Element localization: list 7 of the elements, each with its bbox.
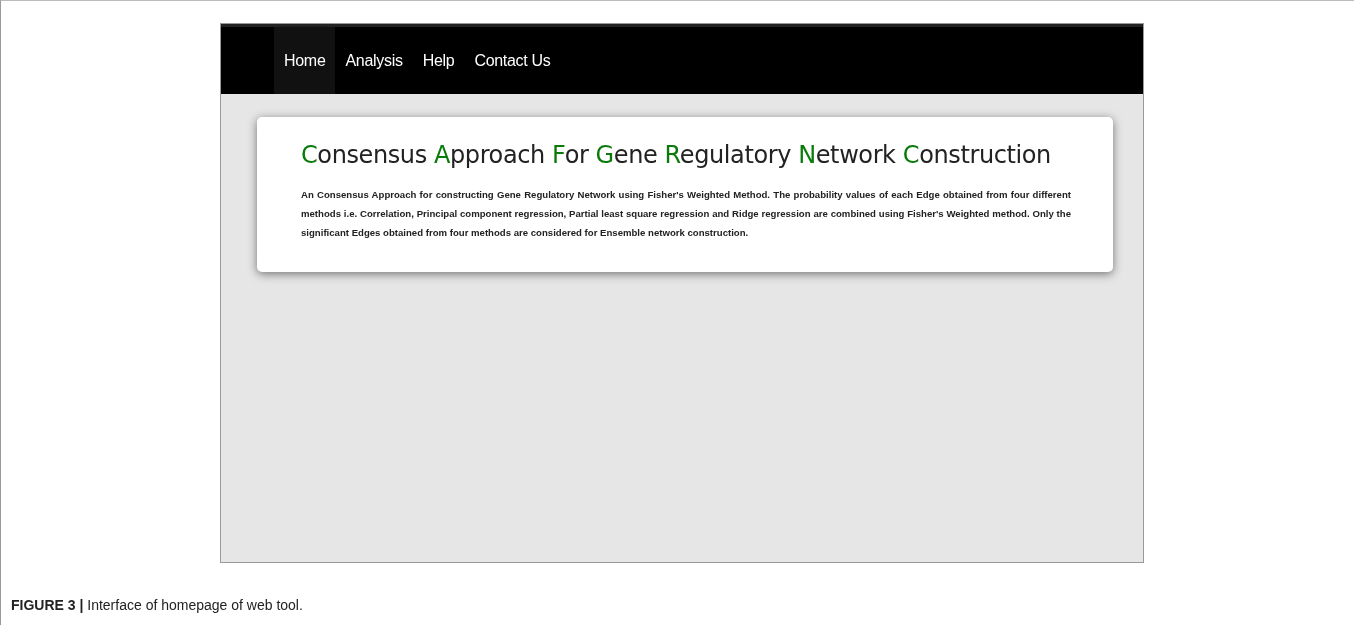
page-title: Consensus Approach For Gene Regulatory Network Construction <box>301 140 1052 171</box>
nav-link[interactable]: Contact Us <box>464 27 561 94</box>
figure-caption: FIGURE 3 | Interface of homepage of web tool. <box>11 597 303 613</box>
nav-link[interactable]: Help <box>412 27 465 94</box>
nav-link[interactable]: Analysis <box>335 27 413 94</box>
description-text: An Consensus Approach for constructing Gene Regulatory Network using Fisher's Weighted Method. The probability values of each Edge obtained from four different methods i.e. Correlation, Principal component regression, Partial least square regression and Ridge regression are combined using Fisher's Weighted method. Only the significant Edges obtained from four methods are considered for Ensemble network construction. <box>301 188 1071 240</box>
nav-link[interactable]: Home <box>274 27 336 94</box>
